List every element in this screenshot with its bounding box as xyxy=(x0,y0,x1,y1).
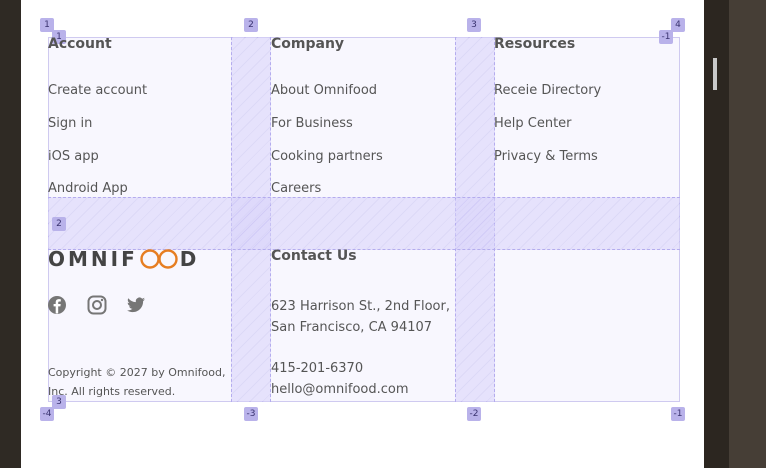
address-line-2: San Francisco, CA 94107 xyxy=(271,320,433,335)
infinity-icon xyxy=(140,249,178,269)
grid-line-label: -1 xyxy=(659,30,673,44)
copyright-line-2: Inc. All rights reserved. xyxy=(48,385,176,398)
grid-line-label: -3 xyxy=(244,407,258,421)
grid-line-label: 2 xyxy=(244,18,258,32)
android-app-link[interactable]: Android App xyxy=(48,181,128,196)
phone-link[interactable]: 415-201-6370 xyxy=(271,361,363,376)
footer-page: 1 2 3 4 1 -1 2 3 -4 -3 -2 -1 Account Cre… xyxy=(21,0,704,468)
careers-link[interactable]: Careers xyxy=(271,181,321,196)
company-heading: Company xyxy=(271,36,345,52)
logo-text-suffix: D xyxy=(179,247,200,271)
about-link[interactable]: About Omnifood xyxy=(271,83,377,98)
grid-line-label: -4 xyxy=(40,407,54,421)
resources-heading: Resources xyxy=(494,36,576,52)
logo-text-prefix: OMNIF xyxy=(48,247,138,271)
background-right-panel xyxy=(729,0,766,468)
grid-line-label: -2 xyxy=(467,407,481,421)
facebook-icon[interactable] xyxy=(46,294,68,316)
account-heading: Account xyxy=(48,36,112,52)
help-center-link[interactable]: Help Center xyxy=(494,116,572,131)
address-line-1: 623 Harrison St., 2nd Floor, xyxy=(271,299,450,314)
background-left xyxy=(0,0,21,468)
twitter-icon[interactable] xyxy=(125,294,147,316)
grid-line-label: 3 xyxy=(467,18,481,32)
for-business-link[interactable]: For Business xyxy=(271,116,353,131)
omnifood-logo[interactable]: OMNIF D xyxy=(48,247,199,271)
grid-line-label: -1 xyxy=(671,407,685,421)
contact-heading: Contact Us xyxy=(271,248,357,264)
grid-row-gap xyxy=(48,197,680,250)
ios-app-link[interactable]: iOS app xyxy=(48,149,99,164)
cooking-partners-link[interactable]: Cooking partners xyxy=(271,149,383,164)
grid-line-label: 2 xyxy=(52,217,66,231)
email-link[interactable]: hello@omnifood.com xyxy=(271,382,409,397)
grid-line-label: 4 xyxy=(671,18,685,32)
sign-in-link[interactable]: Sign in xyxy=(48,116,92,131)
copyright-line-1: Copyright © 2027 by Omnifood, xyxy=(48,366,226,379)
privacy-terms-link[interactable]: Privacy & Terms xyxy=(494,149,598,164)
create-account-link[interactable]: Create account xyxy=(48,83,147,98)
instagram-icon[interactable] xyxy=(86,294,108,316)
scrollbar-thumb[interactable] xyxy=(713,58,717,90)
recipe-directory-link[interactable]: Receie Directory xyxy=(494,83,601,98)
